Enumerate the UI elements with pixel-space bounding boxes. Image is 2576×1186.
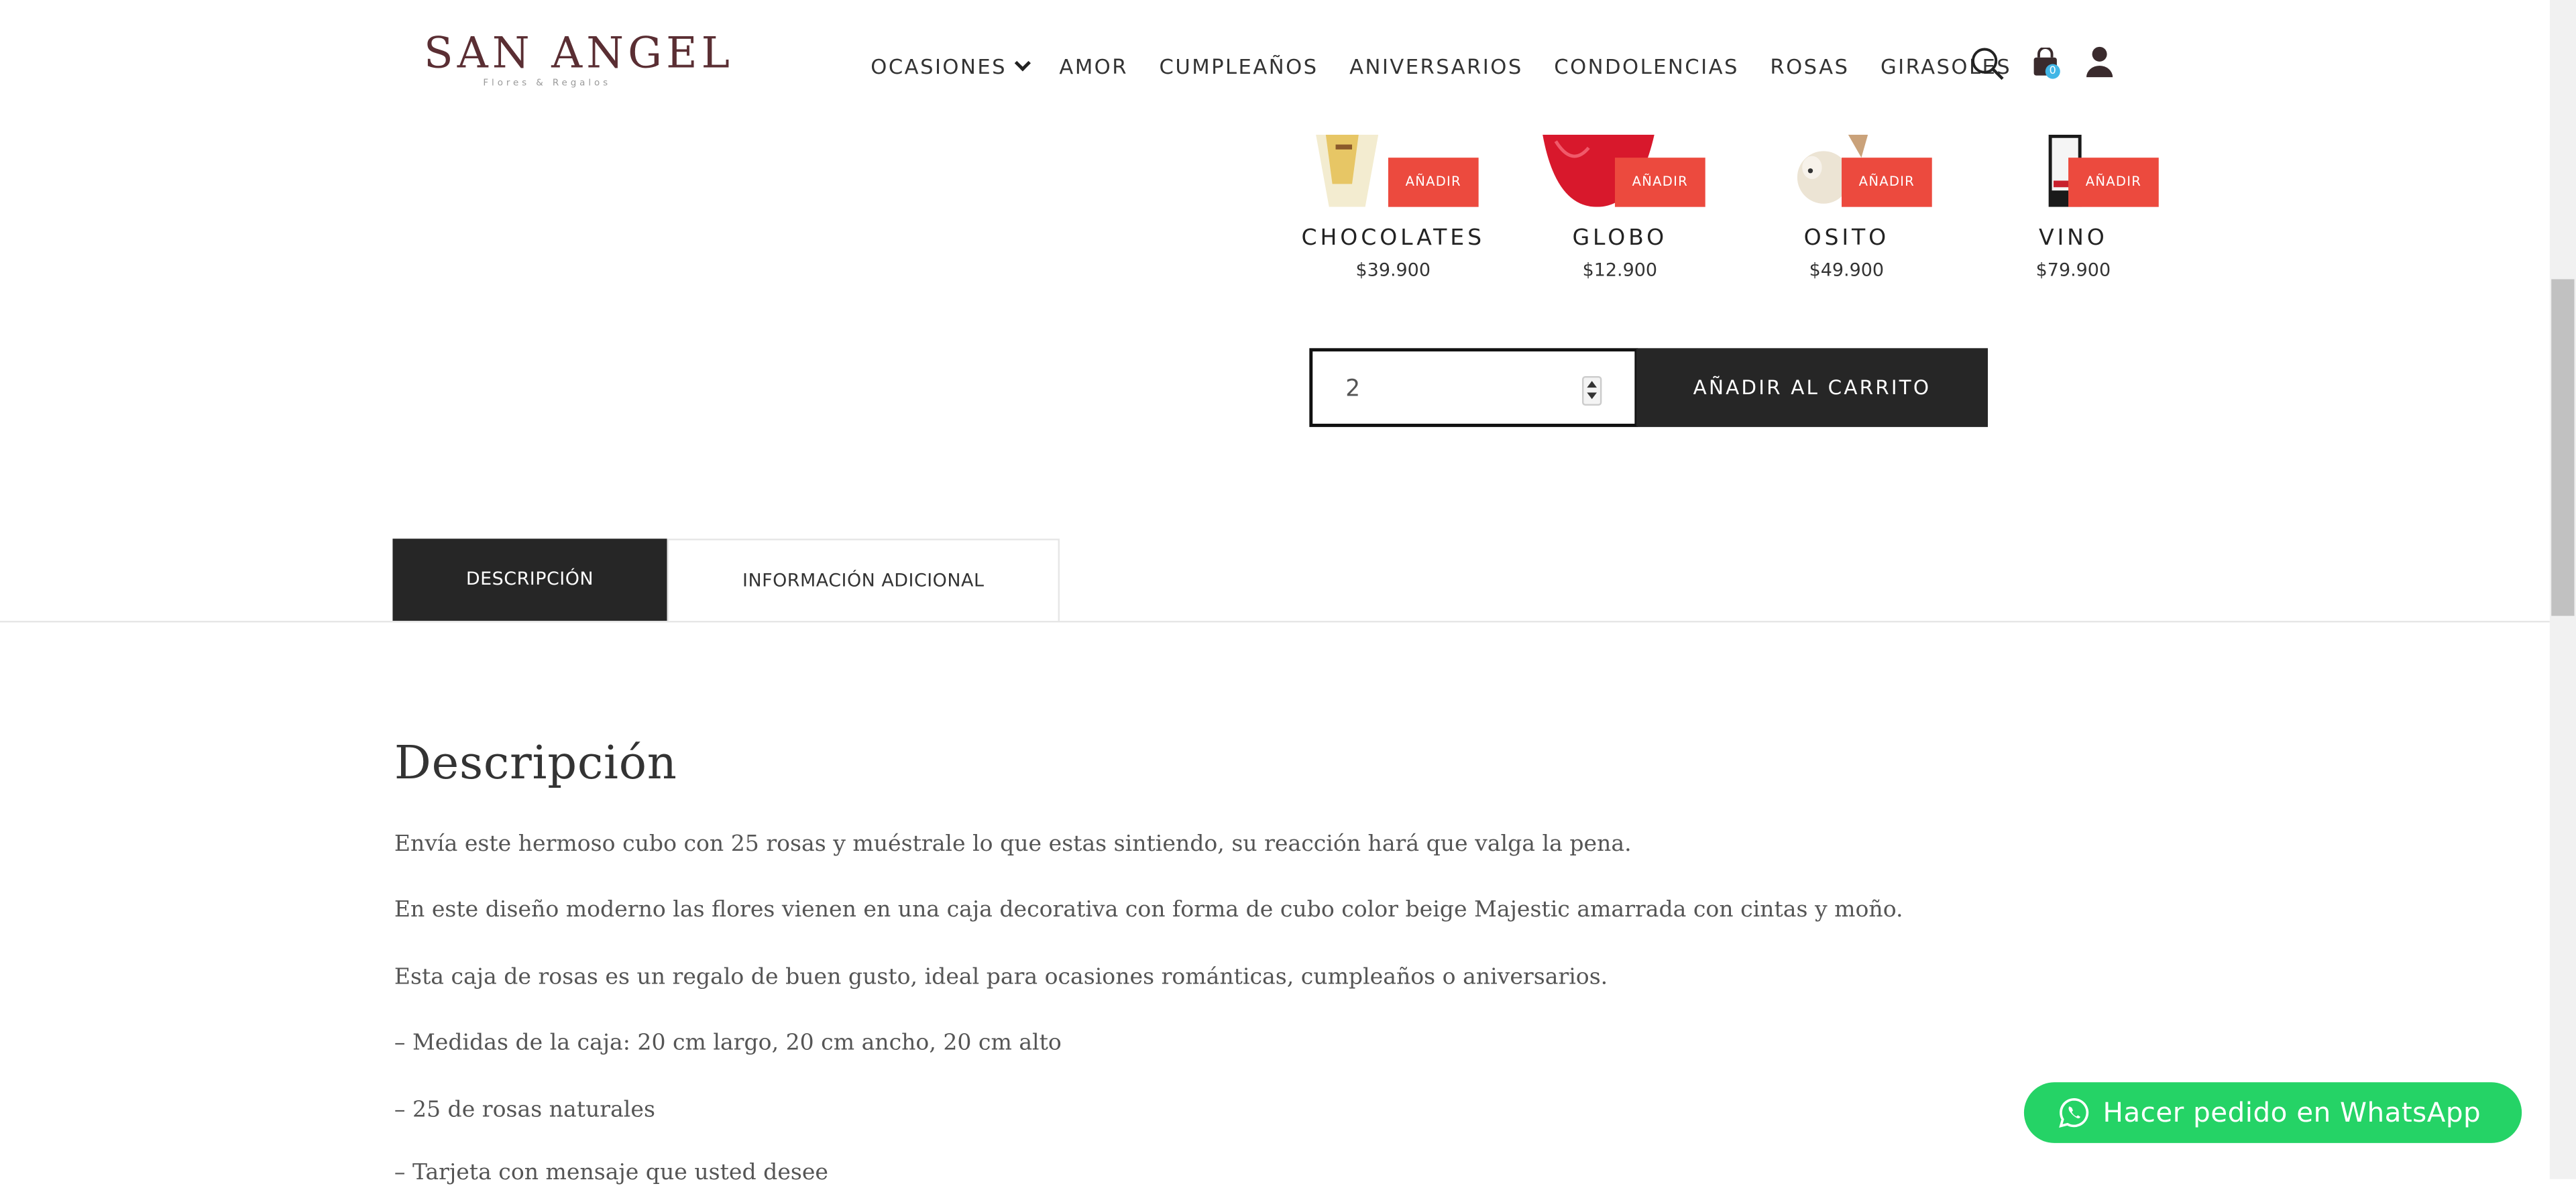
user-icon[interactable] <box>2085 46 2115 79</box>
chevron-down-icon <box>1014 55 1031 72</box>
addon-name: CHOCOLATES <box>1301 225 1485 251</box>
nav-amor[interactable]: AMOR <box>1059 54 1128 79</box>
addon-price: $12.900 <box>1582 259 1658 281</box>
tabs-divider <box>0 620 2550 623</box>
description-paragraph: Esta caja de rosas es un regalo de buen … <box>394 963 1608 991</box>
description-paragraph: – Tarjeta con mensaje que usted desee <box>394 1159 829 1186</box>
quantity-value: 2 <box>1345 375 1361 403</box>
addon-name: GLOBO <box>1572 225 1668 251</box>
logo-main: SAN ANGEL <box>423 29 734 79</box>
tab-informacion-adicional[interactable]: INFORMACIÓN ADICIONAL <box>667 538 1060 621</box>
nav-cumpleanos[interactable]: CUMPLEAÑOS <box>1160 54 1319 79</box>
add-vino-button[interactable]: AÑADIR <box>2068 158 2159 207</box>
description-paragraph: – 25 de rosas naturales <box>394 1097 655 1124</box>
spin-up-icon[interactable] <box>1587 381 1598 388</box>
nav-ocasiones-label: OCASIONES <box>871 54 1007 79</box>
quantity-stepper[interactable]: 2 <box>1309 348 1638 427</box>
spin-down-icon[interactable] <box>1587 392 1598 400</box>
nav-aniversarios[interactable]: ANIVERSARIOS <box>1349 54 1523 79</box>
nav-ocasiones[interactable]: OCASIONES <box>871 54 1031 79</box>
add-to-cart-button[interactable]: AÑADIR AL CARRITO <box>1636 348 1989 427</box>
logo-tagline: Flores & Regalos <box>483 78 612 89</box>
description-paragraph: Envía este hermoso cubo con 25 rosas y m… <box>394 831 1632 857</box>
main-nav: OCASIONES AMOR CUMPLEAÑOS ANIVERSARIOS C… <box>871 54 2042 79</box>
whatsapp-order-button[interactable]: Hacer pedido en WhatsApp <box>2023 1082 2522 1143</box>
search-icon[interactable] <box>1970 46 2006 82</box>
addon-price: $49.900 <box>1809 259 1885 281</box>
description-paragraph: – Medidas de la caja: 20 cm largo, 20 cm… <box>394 1029 1062 1057</box>
nav-condolencias[interactable]: CONDOLENCIAS <box>1554 54 1739 79</box>
description-paragraph: En este diseño moderno las flores vienen… <box>394 896 1903 923</box>
add-globo-button[interactable]: AÑADIR <box>1614 158 1705 207</box>
scrollbar-thumb[interactable] <box>2551 279 2575 616</box>
logo[interactable]: SAN ANGEL Flores & Regalos <box>423 29 734 89</box>
site-header: SAN ANGEL Flores & Regalos OCASIONES AMO… <box>0 0 2550 135</box>
addon-name: OSITO <box>1803 225 1890 251</box>
whatsapp-label: Hacer pedido en WhatsApp <box>2103 1097 2481 1128</box>
description-title: Descripción <box>394 735 677 790</box>
add-chocolates-button[interactable]: AÑADIR <box>1388 158 1479 207</box>
addon-name: VINO <box>2038 225 2108 251</box>
add-osito-button[interactable]: AÑADIR <box>1842 158 1932 207</box>
tab-descripcion[interactable]: DESCRIPCIÓN <box>392 538 667 621</box>
addon-price: $79.900 <box>2035 259 2111 281</box>
nav-rosas[interactable]: ROSAS <box>1770 54 1849 79</box>
quantity-spinner[interactable] <box>1581 375 1602 406</box>
cart-count-badge: 0 <box>2045 64 2060 79</box>
addon-price: $39.900 <box>1355 259 1431 281</box>
whatsapp-icon <box>2059 1098 2089 1128</box>
